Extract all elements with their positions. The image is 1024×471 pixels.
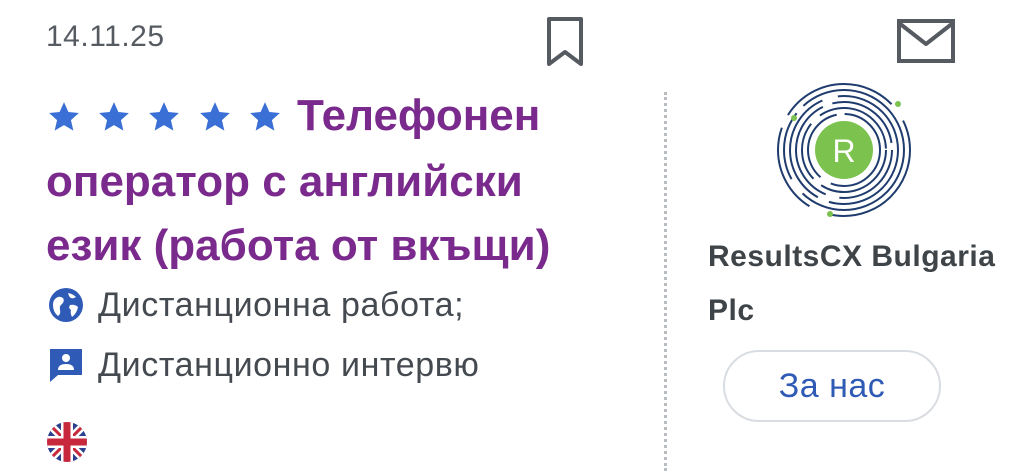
- globe-icon: [49, 288, 83, 322]
- star-icon: [49, 101, 79, 131]
- vertical-divider: [664, 92, 667, 471]
- interview-icon: [50, 349, 82, 382]
- star-icon: [199, 101, 230, 131]
- mail-icon[interactable]: [896, 18, 956, 64]
- location-text: Дистанционна работа;: [98, 285, 465, 324]
- star-icon: [250, 101, 280, 131]
- company-name[interactable]: ResultsCX Bulgaria Plc: [708, 230, 1008, 338]
- bookmark-icon[interactable]: [544, 16, 586, 68]
- star-icon: [149, 101, 180, 131]
- post-date: 14.11.25: [46, 20, 165, 53]
- company-logo[interactable]: R: [774, 80, 914, 220]
- job-title: Телефонен оператор с английски език (раб…: [46, 84, 626, 278]
- logo-letter: R: [832, 133, 855, 169]
- star-icon: [99, 101, 130, 131]
- rating-stars: [46, 82, 285, 146]
- interview-row: Дистанционно интервю: [46, 345, 480, 385]
- uk-flag-icon: [47, 422, 87, 462]
- job-title-block[interactable]: Телефонен оператор с английски език (раб…: [46, 84, 626, 278]
- interview-text: Дистанционно интервю: [98, 345, 480, 384]
- about-us-button[interactable]: За нас: [723, 350, 941, 422]
- location-row: Дистанционна работа;: [46, 285, 464, 325]
